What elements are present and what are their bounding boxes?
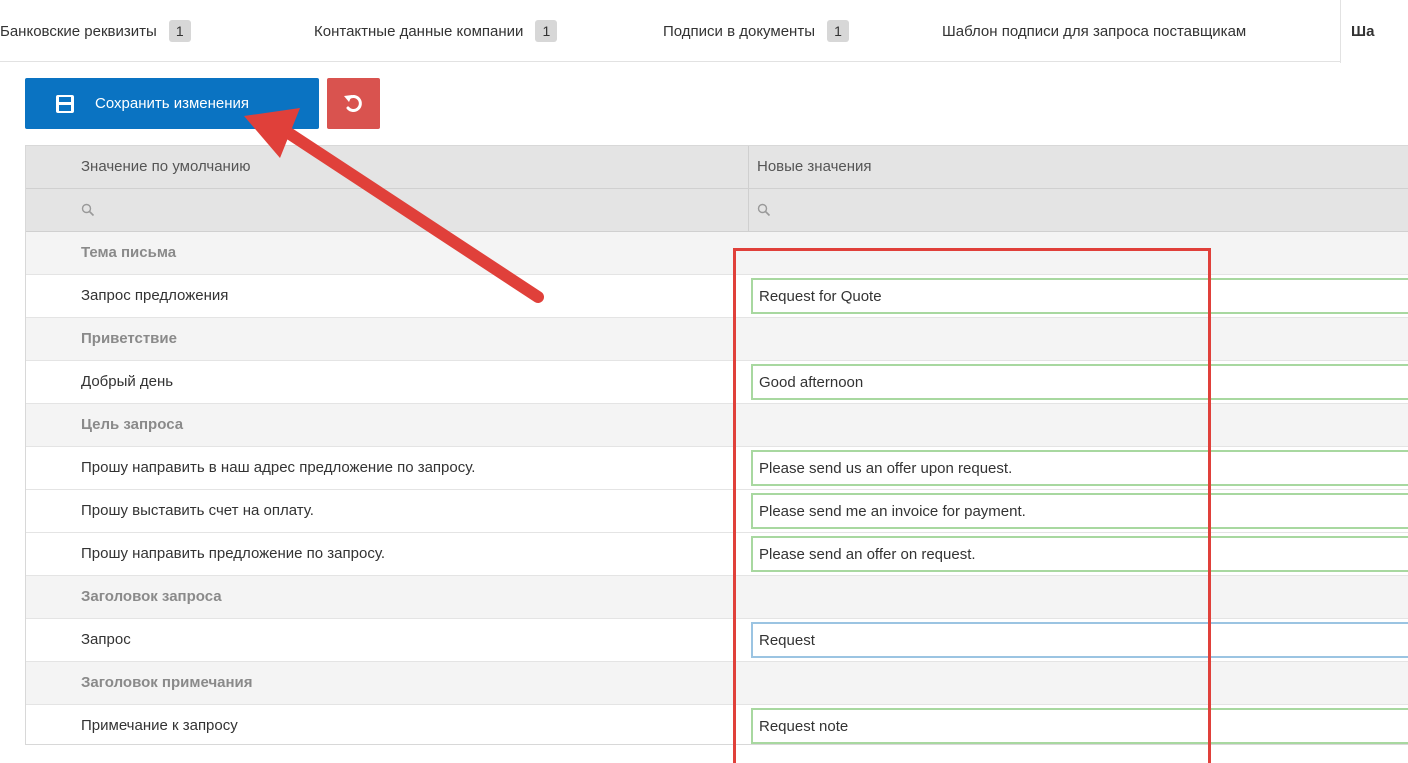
new-value-input[interactable] — [751, 536, 1408, 572]
table-row: Запрос — [26, 619, 1408, 662]
new-value-input[interactable] — [751, 364, 1408, 400]
filter-default[interactable] — [26, 189, 749, 231]
group-row: Заголовок примечания — [26, 662, 1408, 705]
tab-badge: 1 — [535, 20, 558, 42]
tab-label: Подписи в документы — [663, 22, 815, 40]
grid-body: Тема письма Запрос предложения Приветств… — [26, 232, 1408, 744]
tab-company-contacts[interactable]: Контактные данные компании 1 — [314, 0, 558, 62]
default-value: Добрый день — [81, 373, 174, 390]
table-row: Прошу направить в наш адрес предложение … — [26, 447, 1408, 490]
table-row: Примечание к запросу — [26, 705, 1408, 744]
tab-badge: 1 — [826, 20, 849, 42]
tab-label: Шаблон подписи для запроса поставщикам — [942, 22, 1247, 40]
tab-bank-details[interactable]: Банковские реквизиты 1 — [0, 0, 191, 62]
tab-active-truncated[interactable]: Ша — [1340, 0, 1408, 63]
group-row: Заголовок запроса — [26, 576, 1408, 619]
filter-new-values[interactable] — [749, 189, 1408, 231]
group-label: Заголовок запроса — [81, 588, 222, 605]
tab-document-signatures[interactable]: Подписи в документы 1 — [663, 0, 849, 62]
save-changes-button[interactable]: Сохранить изменения — [25, 78, 319, 129]
new-value-input[interactable] — [751, 708, 1408, 744]
table-row: Прошу выставить счет на оплату. — [26, 490, 1408, 533]
default-value: Прошу направить предложение по запросу. — [81, 545, 385, 562]
group-label: Цель запроса — [81, 416, 184, 433]
undo-button[interactable] — [327, 78, 380, 129]
undo-icon — [343, 94, 362, 112]
save-button-label: Сохранить изменения — [95, 95, 250, 112]
new-value-input[interactable] — [751, 278, 1408, 314]
floppy-disk-icon — [56, 94, 74, 113]
table-row: Прошу направить предложение по запросу. — [26, 533, 1408, 576]
group-row: Тема письма — [26, 232, 1408, 275]
tab-label: Контактные данные компании — [314, 22, 524, 40]
default-value: Запрос предложения — [81, 287, 229, 304]
tab-badge: 1 — [168, 20, 191, 42]
group-row: Приветствие — [26, 318, 1408, 361]
filter-row — [26, 188, 1408, 232]
group-row: Цель запроса — [26, 404, 1408, 447]
column-header-new-values[interactable]: Новые значения — [749, 146, 1408, 188]
column-header-default[interactable]: Значение по умолчанию — [26, 146, 749, 188]
tab-label: Банковские реквизиты — [0, 22, 157, 40]
default-value: Примечание к запросу — [81, 717, 238, 734]
group-label: Тема письма — [81, 244, 177, 261]
search-icon — [757, 203, 771, 217]
tab-label: Ша — [1351, 23, 1375, 40]
new-value-input[interactable] — [751, 450, 1408, 486]
default-value: Прошу направить в наш адрес предложение … — [81, 459, 476, 476]
tab-bar: Банковские реквизиты 1 Контактные данные… — [0, 0, 1408, 63]
table-row: Добрый день — [26, 361, 1408, 404]
new-value-input-focused[interactable] — [751, 622, 1408, 658]
default-value: Запрос — [81, 631, 131, 648]
new-value-input[interactable] — [751, 493, 1408, 529]
tab-supplier-request-template[interactable]: Шаблон подписи для запроса поставщикам — [942, 0, 1246, 62]
search-icon — [81, 203, 95, 217]
table-row: Запрос предложения — [26, 275, 1408, 318]
group-label: Заголовок примечания — [81, 674, 253, 691]
default-value: Прошу выставить счет на оплату. — [81, 502, 314, 519]
grid-header: Значение по умолчанию Новые значения — [26, 145, 1408, 188]
page: Банковские реквизиты 1 Контактные данные… — [0, 0, 1408, 763]
group-label: Приветствие — [81, 330, 177, 347]
values-grid: Значение по умолчанию Новые значения Тем… — [25, 145, 1408, 745]
